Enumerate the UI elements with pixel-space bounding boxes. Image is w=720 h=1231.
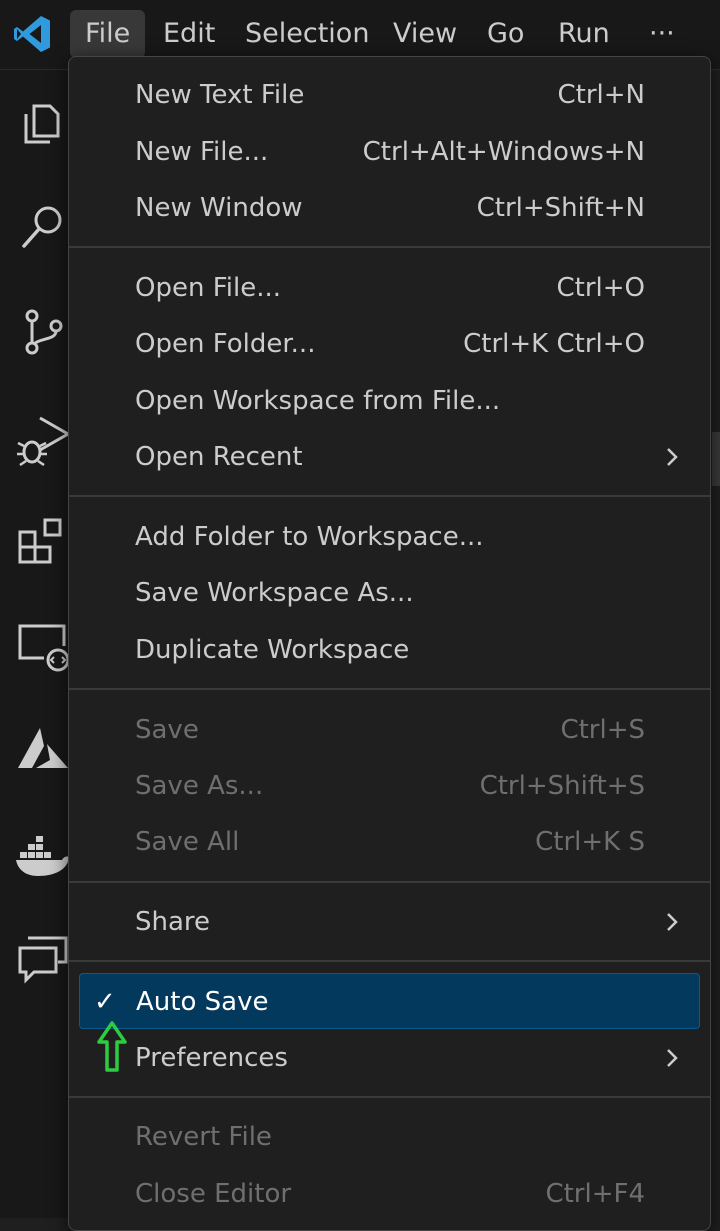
menu-item-save-all[interactable]: Save All Ctrl+K S <box>79 814 700 870</box>
menu-item-open-workspace-from-file[interactable]: Open Workspace from File... <box>79 373 700 429</box>
menu-item-save-as[interactable]: Save As... Ctrl+Shift+S <box>79 758 700 814</box>
remote-explorer-icon[interactable] <box>14 618 70 674</box>
menu-separator <box>69 688 710 690</box>
chat-icon[interactable] <box>14 930 70 986</box>
menu-item-open-recent[interactable]: Open Recent <box>79 429 700 485</box>
menu-item-new-window[interactable]: New Window Ctrl+Shift+N <box>79 180 700 236</box>
chevron-right-icon <box>667 448 678 466</box>
menu-item-new-file[interactable]: New File... Ctrl+Alt+Windows+N <box>79 124 700 180</box>
run-debug-icon[interactable] <box>14 410 72 467</box>
menu-item-save-workspace-as[interactable]: Save Workspace As... <box>79 565 700 621</box>
menu-separator <box>69 881 710 883</box>
menu-item-auto-save[interactable]: ✓ Auto Save <box>79 973 700 1029</box>
menubar-file[interactable]: File <box>70 10 146 58</box>
vscode-logo-icon <box>14 16 50 52</box>
menu-separator <box>69 960 710 962</box>
menu-item-revert-file[interactable]: Revert File <box>79 1109 700 1165</box>
chevron-right-icon <box>667 913 678 931</box>
explorer-icon[interactable] <box>14 94 70 150</box>
menu-item-duplicate-workspace[interactable]: Duplicate Workspace <box>79 622 700 678</box>
menubar-selection[interactable]: Selection <box>230 10 384 58</box>
menu-item-close-editor[interactable]: Close Editor Ctrl+F4 <box>79 1166 700 1222</box>
extensions-icon[interactable] <box>14 514 70 570</box>
menu-item-new-text-file[interactable]: New Text File Ctrl+N <box>79 67 700 123</box>
scrollbar-thumb[interactable] <box>712 432 720 486</box>
menubar-run[interactable]: Run <box>543 10 625 58</box>
azure-icon[interactable] <box>14 722 70 778</box>
menubar-edit[interactable]: Edit <box>148 10 230 58</box>
menu-item-add-folder-to-workspace[interactable]: Add Folder to Workspace... <box>79 509 700 565</box>
chevron-right-icon <box>667 1049 678 1067</box>
more-menu-icon[interactable]: ··· <box>634 10 690 58</box>
menu-item-share[interactable]: Share <box>79 894 700 950</box>
menu-separator <box>69 1096 710 1098</box>
menu-item-open-file[interactable]: Open File... Ctrl+O <box>79 260 700 316</box>
search-icon[interactable] <box>14 198 70 254</box>
menu-item-save[interactable]: Save Ctrl+S <box>79 702 700 758</box>
menu-item-open-folder[interactable]: Open Folder... Ctrl+K Ctrl+O <box>79 316 700 372</box>
docker-icon[interactable] <box>14 826 70 882</box>
menubar-view[interactable]: View <box>378 10 472 58</box>
menu-separator <box>69 246 710 248</box>
activity-bar <box>0 70 72 1218</box>
menu-separator <box>69 495 710 497</box>
file-menu-dropdown: New Text File Ctrl+N New File... Ctrl+Al… <box>68 56 711 1231</box>
menubar-go[interactable]: Go <box>472 10 539 58</box>
source-control-icon[interactable] <box>14 304 70 360</box>
green-up-arrow-icon <box>97 1021 127 1072</box>
menu-item-preferences[interactable]: Preferences <box>79 1030 700 1086</box>
